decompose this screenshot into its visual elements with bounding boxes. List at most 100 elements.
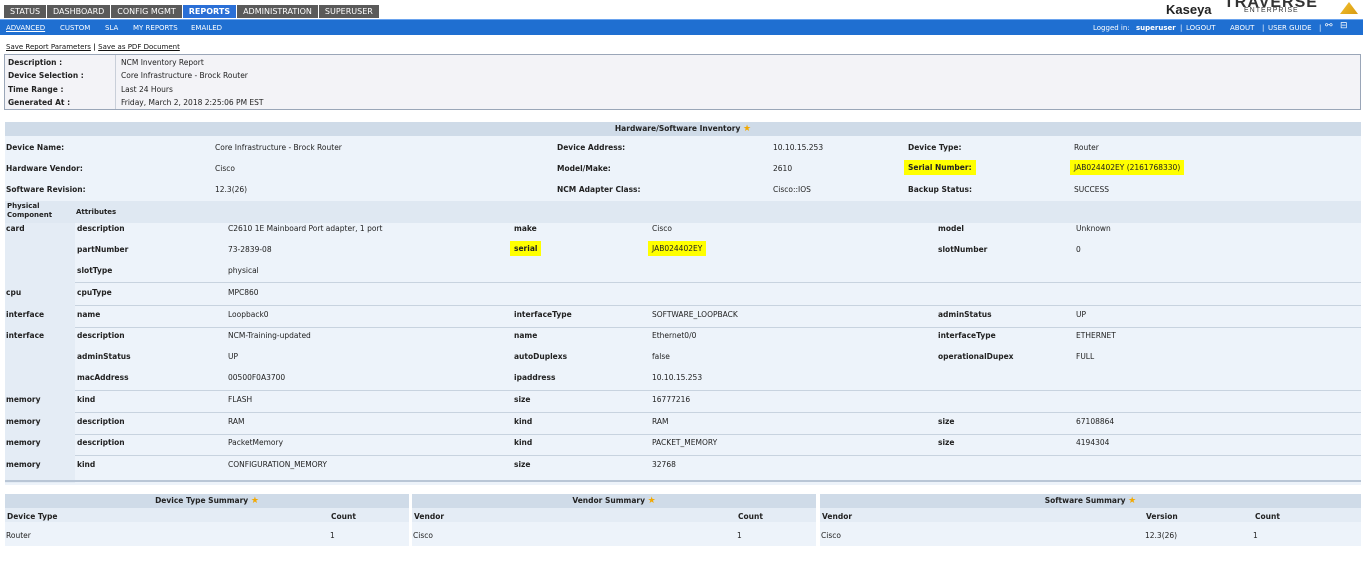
star-icon[interactable]: ★ xyxy=(251,496,259,506)
attr-key: autoDuplexs xyxy=(514,352,568,361)
subtab-my-reports[interactable]: MY REPORTS xyxy=(133,24,178,32)
tab-dashboard[interactable]: DASHBOARD xyxy=(47,5,112,18)
attr-value: SOFTWARE_LOOPBACK xyxy=(652,310,738,319)
main-tabs: STATUS DASHBOARD CONFIG MGMT REPORTS ADM… xyxy=(4,5,380,18)
about-link[interactable]: ABOUT xyxy=(1230,24,1254,32)
attr-key: kind xyxy=(514,417,533,426)
attr-value: PACKET_MEMORY xyxy=(652,438,718,447)
logged-in-label: Logged in: xyxy=(1093,24,1130,32)
summary-cell: Router xyxy=(6,531,31,540)
attr-key: size xyxy=(938,438,955,447)
attr-value: CONFIGURATION_MEMORY xyxy=(228,460,327,469)
separator: | xyxy=(1319,24,1322,32)
attr-value-serial: JAB024402EY xyxy=(648,241,707,256)
attr-value: 10.10.15.253 xyxy=(652,373,703,382)
attr-value: Ethernet0/0 xyxy=(652,331,697,340)
top-bar: STATUS DASHBOARD CONFIG MGMT REPORTS ADM… xyxy=(0,0,1363,19)
summary-cell: 12.3(26) xyxy=(1145,531,1178,540)
attr-key: description xyxy=(77,331,125,340)
component-name: memory xyxy=(6,395,41,404)
attr-value: C2610 1E Mainboard Port adapter, 1 port xyxy=(228,224,383,233)
param-label: Description : xyxy=(8,58,63,67)
model-make-label: Model/Make: xyxy=(557,164,611,173)
attr-value: 16777216 xyxy=(652,395,691,404)
param-value: Last 24 Hours xyxy=(121,85,173,94)
attr-key: name xyxy=(514,331,538,340)
device-address-label: Device Address: xyxy=(557,143,626,152)
attr-key: macAddress xyxy=(77,373,129,382)
param-label: Generated At : xyxy=(8,98,71,107)
attr-value: RAM xyxy=(228,417,245,426)
tab-reports[interactable]: REPORTS xyxy=(182,5,238,18)
subtab-sla[interactable]: SLA xyxy=(105,24,118,32)
column-header-version: Version xyxy=(1146,512,1178,521)
attr-value: UP xyxy=(228,352,239,361)
row-divider xyxy=(75,412,1361,413)
attr-key: adminStatus xyxy=(77,352,131,361)
vendor-summary: Vendor Summary ★ Vendor Count Cisco 1 xyxy=(412,494,816,546)
serial-number-label: Serial Number: xyxy=(904,160,976,175)
attr-key: name xyxy=(77,310,101,319)
tab-administration[interactable]: ADMINISTRATION xyxy=(237,5,319,18)
serial-number-value: JAB024402EY (2161768330) xyxy=(1070,160,1185,175)
column-header-count: Count xyxy=(331,512,356,521)
attr-value: ETHERNET xyxy=(1076,331,1116,340)
attr-key: cpuType xyxy=(77,288,112,297)
row-divider xyxy=(75,390,1361,391)
logout-link[interactable]: LOGOUT xyxy=(1186,24,1216,32)
tab-status[interactable]: STATUS xyxy=(4,5,48,18)
grid-icon[interactable]: ⊟ xyxy=(1340,21,1348,31)
attr-value: Loopback0 xyxy=(228,310,269,319)
summary-cell: Cisco xyxy=(821,531,841,540)
star-icon[interactable]: ★ xyxy=(743,124,751,134)
column-header-vendor: Vendor xyxy=(822,512,853,521)
attr-value: FLASH xyxy=(228,395,253,404)
save-as-pdf-link[interactable]: Save as PDF Document xyxy=(98,43,180,51)
star-icon[interactable]: ★ xyxy=(1128,496,1136,506)
component-name: interface xyxy=(6,310,45,319)
physical-component-header: Physical Component xyxy=(7,202,53,219)
attr-key: make xyxy=(514,224,537,233)
star-icon[interactable]: ★ xyxy=(648,496,656,506)
attr-key: size xyxy=(514,460,531,469)
param-label: Time Range : xyxy=(8,85,64,94)
attr-key: adminStatus xyxy=(938,310,992,319)
inventory-header: Hardware/Software Inventory ★ xyxy=(5,122,1361,136)
component-name: interface xyxy=(6,331,45,340)
column-header-count: Count xyxy=(1255,512,1280,521)
component-name: memory xyxy=(6,417,41,426)
attr-key: slotNumber xyxy=(938,245,988,254)
param-label: Device Selection : xyxy=(8,71,84,80)
vendor-summary-header: Vendor Summary ★ xyxy=(412,494,816,508)
save-report-parameters-link[interactable]: Save Report Parameters xyxy=(6,43,91,51)
software-summary-title: Software Summary xyxy=(1044,496,1126,505)
attr-value: PacketMemory xyxy=(228,438,284,447)
hardware-vendor-value: Cisco xyxy=(215,164,235,173)
attributes-header: Attributes xyxy=(76,208,117,216)
user-guide-link[interactable]: USER GUIDE xyxy=(1268,24,1312,32)
row-divider xyxy=(75,305,1361,306)
component-name: cpu xyxy=(6,288,22,297)
device-type-label: Device Type: xyxy=(908,143,962,152)
attr-value: 00500F0A3700 xyxy=(228,373,286,382)
subtab-advanced[interactable]: ADVANCED xyxy=(6,24,45,32)
device-type-summary-title: Device Type Summary xyxy=(155,496,249,505)
summary-cell: 1 xyxy=(1253,531,1258,540)
row-divider xyxy=(5,480,1361,482)
attr-value: false xyxy=(652,352,670,361)
link-icon[interactable]: ⚯ xyxy=(1325,21,1333,31)
attr-key-serial: serial xyxy=(510,241,542,256)
attr-value: UP xyxy=(1076,310,1087,319)
tab-superuser[interactable]: SUPERUSER xyxy=(318,5,380,18)
subtab-emailed[interactable]: EMAILED xyxy=(191,24,222,32)
attr-key: description xyxy=(77,224,125,233)
attr-key: partNumber xyxy=(77,245,129,254)
model-make-value: 2610 xyxy=(773,164,793,173)
attr-value: Cisco xyxy=(652,224,672,233)
tab-config-mgmt[interactable]: CONFIG MGMT xyxy=(111,5,183,18)
device-type-summary: Device Type Summary ★ Device Type Count … xyxy=(5,494,409,546)
row-divider xyxy=(75,434,1361,435)
subtab-custom[interactable]: CUSTOM xyxy=(60,24,90,32)
device-type-summary-header: Device Type Summary ★ xyxy=(5,494,409,508)
attr-key: description xyxy=(77,438,125,447)
